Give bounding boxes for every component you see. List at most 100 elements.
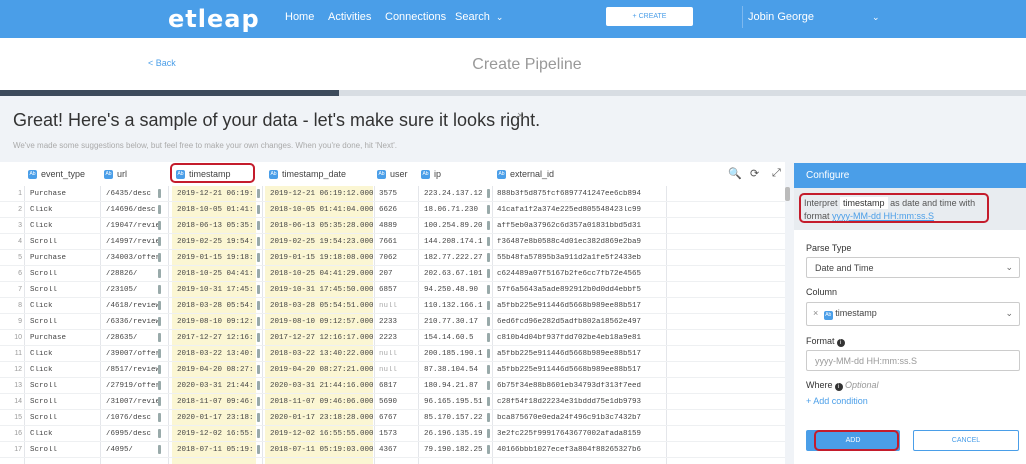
- table-cell[interactable]: c28f54f18d22234e31bddd75e1db9793: [497, 398, 665, 406]
- url-truncation-handle[interactable]: [158, 381, 161, 390]
- table-cell[interactable]: 100.254.89.20: [424, 222, 490, 230]
- table-cell[interactable]: 223.24.137.12: [424, 190, 490, 198]
- table-cell[interactable]: Click: [30, 366, 100, 374]
- table-cell[interactable]: Scroll: [30, 398, 100, 406]
- table-cell[interactable]: 2017-12-27 12:16:: [177, 334, 257, 342]
- table-cell[interactable]: 200.185.190.1: [424, 350, 490, 358]
- table-cell[interactable]: 2019-02-25 19:54:: [177, 238, 257, 246]
- table-cell[interactable]: 7661: [379, 238, 417, 246]
- table-cell[interactable]: 144.208.174.1: [424, 238, 490, 246]
- nav-activities[interactable]: Activities: [328, 11, 371, 23]
- timestamp-truncation-handle[interactable]: [257, 365, 260, 374]
- table-cell[interactable]: 888b3f5d875fcf6897741247ee6cb894: [497, 190, 665, 198]
- table-cell[interactable]: 55b48fa57895b3a911d2a1fe5f2433eb: [497, 254, 665, 262]
- chevron-down-icon[interactable]: ⌄: [872, 12, 880, 23]
- url-truncation-handle[interactable]: [158, 349, 161, 358]
- table-cell[interactable]: 2018-10-05 01:41:: [177, 206, 257, 214]
- table-cell[interactable]: null: [379, 366, 417, 374]
- ip-truncation-handle[interactable]: [487, 429, 490, 438]
- table-cell[interactable]: 2019-01-15 19:18:: [177, 254, 257, 262]
- timestamp-truncation-handle[interactable]: [257, 189, 260, 198]
- url-truncation-handle[interactable]: [158, 253, 161, 262]
- remove-chip-icon[interactable]: ×: [813, 308, 818, 318]
- url-truncation-handle[interactable]: [158, 285, 161, 294]
- table-cell[interactable]: 2019-10-31 17:45:: [177, 286, 257, 294]
- timestamp-truncation-handle[interactable]: [257, 301, 260, 310]
- ip-truncation-handle[interactable]: [487, 349, 490, 358]
- url-truncation-handle[interactable]: [158, 221, 161, 230]
- table-cell[interactable]: 6b75f34e88b8601eb34793df313f7eed: [497, 382, 665, 390]
- ip-truncation-handle[interactable]: [487, 205, 490, 214]
- url-truncation-handle[interactable]: [158, 205, 161, 214]
- url-truncation-handle[interactable]: [158, 301, 161, 310]
- table-cell[interactable]: 87.38.104.54: [424, 366, 490, 374]
- table-cell[interactable]: 2018-10-25 04:41:29.000: [270, 270, 374, 278]
- search-icon[interactable]: 🔍: [728, 167, 742, 180]
- table-cell[interactable]: Click: [30, 350, 100, 358]
- table-cell[interactable]: 2018-03-28 05:54:51.000: [270, 302, 374, 310]
- ip-truncation-handle[interactable]: [487, 237, 490, 246]
- table-cell[interactable]: 207: [379, 270, 417, 278]
- add-condition-link[interactable]: + Add condition: [806, 396, 868, 406]
- table-cell[interactable]: Click: [30, 222, 100, 230]
- table-cell[interactable]: Scroll: [30, 318, 100, 326]
- table-cell[interactable]: Purchase: [30, 334, 100, 342]
- table-cell[interactable]: 6857: [379, 286, 417, 294]
- table-cell[interactable]: 6626: [379, 206, 417, 214]
- table-cell[interactable]: 6817: [379, 382, 417, 390]
- table-cell[interactable]: a5fbb225e911446d5668b989ee88b517: [497, 302, 665, 310]
- timestamp-truncation-handle[interactable]: [257, 429, 260, 438]
- url-truncation-handle[interactable]: [158, 397, 161, 406]
- table-cell[interactable]: 2018-07-11 05:19:: [177, 446, 257, 454]
- table-cell[interactable]: 2018-10-25 04:41:: [177, 270, 257, 278]
- table-cell[interactable]: Scroll: [30, 238, 100, 246]
- timestamp-truncation-handle[interactable]: [257, 317, 260, 326]
- table-cell[interactable]: 7062: [379, 254, 417, 262]
- url-truncation-handle[interactable]: [158, 333, 161, 342]
- ip-truncation-handle[interactable]: [487, 301, 490, 310]
- url-truncation-handle[interactable]: [158, 189, 161, 198]
- table-cell[interactable]: 2018-11-07 09:46:: [177, 398, 257, 406]
- table-cell[interactable]: 79.190.182.25: [424, 446, 490, 454]
- table-cell[interactable]: 85.170.157.22: [424, 414, 490, 422]
- url-truncation-handle[interactable]: [158, 365, 161, 374]
- table-cell[interactable]: f36487e8b0588c4d01ec382d869e2ba9: [497, 238, 665, 246]
- table-cell[interactable]: bca875670e0eda24f496c91b3c7432b7: [497, 414, 665, 422]
- table-cell[interactable]: 2020-01-17 23:18:28.000: [270, 414, 374, 422]
- timestamp-truncation-handle[interactable]: [257, 253, 260, 262]
- create-button[interactable]: + CREATE: [606, 7, 693, 26]
- table-cell[interactable]: 2019-12-21 06:19:12.000: [270, 190, 374, 198]
- table-cell[interactable]: Scroll: [30, 414, 100, 422]
- table-cell[interactable]: 96.165.195.51: [424, 398, 490, 406]
- table-cell[interactable]: a5fbb225e911446d5668b989ee88b517: [497, 350, 665, 358]
- table-cell[interactable]: 2018-07-11 05:19:03.000: [270, 446, 374, 454]
- table-cell[interactable]: Scroll: [30, 286, 100, 294]
- etleap-logo[interactable]: etleap: [168, 5, 260, 33]
- table-cell[interactable]: 182.77.222.27: [424, 254, 490, 262]
- timestamp-truncation-handle[interactable]: [257, 381, 260, 390]
- table-cell[interactable]: Click: [30, 302, 100, 310]
- timestamp-truncation-handle[interactable]: [257, 285, 260, 294]
- grid-scrollbar[interactable]: [785, 187, 790, 201]
- col-external-id[interactable]: Ab external_id: [497, 162, 554, 186]
- timestamp-truncation-handle[interactable]: [257, 397, 260, 406]
- table-cell[interactable]: 2020-03-31 21:44:16.000: [270, 382, 374, 390]
- table-cell[interactable]: Scroll: [30, 446, 100, 454]
- table-cell[interactable]: 2019-04-20 08:27:21.000: [270, 366, 374, 374]
- parse-type-select[interactable]: Date and Time ⌄: [806, 257, 1020, 278]
- format-input[interactable]: yyyy-MM-dd HH:mm:ss.S: [806, 350, 1020, 371]
- table-cell[interactable]: 2019-12-02 16:55:: [177, 430, 257, 438]
- table-cell[interactable]: 41cafa1f2a374e225ed805548423lc99: [497, 206, 665, 214]
- table-cell[interactable]: 2018-10-05 01:41:04.000: [270, 206, 374, 214]
- table-cell[interactable]: 2019-10-31 17:45:50.000: [270, 286, 374, 294]
- table-cell[interactable]: 2018-03-28 05:54:: [177, 302, 257, 310]
- table-cell[interactable]: aff5eb0a37962c6d357a01831bbd5d31: [497, 222, 665, 230]
- col-url[interactable]: Ab url: [104, 162, 127, 186]
- ip-truncation-handle[interactable]: [487, 381, 490, 390]
- timestamp-truncation-handle[interactable]: [257, 237, 260, 246]
- timestamp-truncation-handle[interactable]: [257, 205, 260, 214]
- timestamp-truncation-handle[interactable]: [257, 333, 260, 342]
- table-cell[interactable]: 2019-01-15 19:18:08.000: [270, 254, 374, 262]
- column-select[interactable]: × Ab timestamp ⌄: [806, 302, 1020, 326]
- table-cell[interactable]: 57f6a5643a5ade892912b0d0dd4ebbf5: [497, 286, 665, 294]
